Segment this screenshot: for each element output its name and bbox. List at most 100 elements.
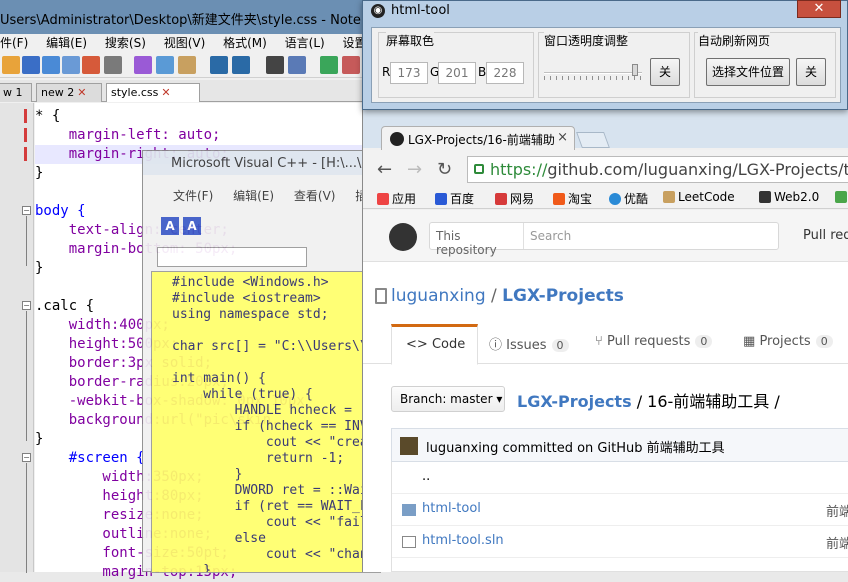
file-icon (402, 536, 416, 548)
vcpp-code-editor[interactable]: #include <Windows.h> #include <iostream>… (151, 271, 381, 573)
opacity-slider-thumb[interactable] (632, 64, 638, 76)
tab-issues[interactable]: ⓘ Issues 0 (489, 334, 569, 353)
replace-icon[interactable] (288, 56, 306, 74)
browser-tab[interactable]: LGX-Projects/16-前端辅助 × (381, 126, 575, 150)
parent-dir-row[interactable]: .. (392, 462, 848, 494)
find-icon[interactable] (266, 56, 284, 74)
code-line: } (35, 431, 44, 447)
address-bar[interactable]: https://github.com/luguanxing/LGX-Projec… (467, 156, 848, 183)
tab-label: w 1 (3, 86, 23, 99)
color-picker-label: 屏幕取色 (386, 32, 435, 49)
zoom-in-icon[interactable] (320, 56, 338, 74)
cpp-line: cout << "create (172, 435, 381, 450)
tab-projects[interactable]: ▦ Projects 0 (743, 334, 833, 349)
github-logo-icon[interactable] (389, 223, 417, 251)
tab-style-css[interactable]: style.css ✕ (106, 83, 200, 102)
close-tab-icon[interactable]: ✕ (77, 86, 86, 99)
reload-icon[interactable]: ↻ (437, 159, 452, 180)
vcpp-combo[interactable] (157, 247, 307, 267)
projects-count: 0 (815, 335, 833, 348)
tab-new2[interactable]: new 2 ✕ (36, 83, 102, 102)
fold-icon[interactable]: − (22, 301, 31, 310)
r-value-field[interactable]: 173 (390, 62, 428, 84)
bookmark-leetcode[interactable]: LeetCode (663, 190, 735, 204)
file-name[interactable]: html-tool (422, 501, 481, 516)
back-icon[interactable]: ← (377, 159, 392, 180)
replace-icon[interactable]: A (183, 217, 201, 235)
paste-icon[interactable] (178, 56, 196, 74)
bookmark-netease[interactable]: 网易 (495, 190, 534, 207)
new-file-icon[interactable] (2, 56, 20, 74)
bookmark-check[interactable] (835, 190, 848, 204)
bookmark-web20[interactable]: Web2.0 (759, 190, 819, 204)
zoom-out-icon[interactable] (342, 56, 360, 74)
file-row[interactable]: html-tool.sln 前端 (392, 526, 848, 558)
menu-search[interactable]: 搜索(S) (105, 34, 146, 51)
cpp-line: cout << "failed" (172, 515, 381, 530)
change-marker (24, 128, 27, 142)
repo-tabs: <> Code ⓘ Issues 0 ⑂ Pull requests 0 ▦ Pro… (363, 324, 848, 365)
cpp-line: while (true) { (172, 387, 313, 402)
commit-author[interactable]: luguanxing (426, 441, 498, 456)
taobao-icon (553, 193, 565, 205)
menu-format[interactable]: 格式(M) (223, 34, 267, 51)
b-label: B (478, 65, 487, 79)
github-search[interactable]: This repository Search (429, 222, 779, 257)
undo-icon[interactable] (210, 56, 228, 74)
breadcrumb-repo-link[interactable]: LGX-Projects (517, 392, 632, 411)
pull-requests-link[interactable]: Pull req (803, 228, 848, 243)
menu-language[interactable]: 语言(L) (285, 34, 325, 51)
g-value-field[interactable]: 201 (438, 62, 476, 84)
redo-icon[interactable] (232, 56, 250, 74)
opacity-slider[interactable] (544, 72, 642, 74)
find-icon[interactable]: A (161, 217, 179, 235)
tab-code[interactable]: <> Code (391, 324, 479, 365)
avatar[interactable] (400, 437, 418, 455)
save-all-icon[interactable] (62, 56, 80, 74)
pull-request-icon: ⑂ (595, 334, 603, 349)
print-icon[interactable] (104, 56, 122, 74)
cut-icon[interactable] (134, 56, 152, 74)
tab-pull-requests[interactable]: ⑂ Pull requests 0 (595, 334, 713, 349)
tab-w1[interactable]: w 1 (0, 83, 32, 102)
vcpp-menu-edit[interactable]: 编辑(E) (233, 189, 274, 203)
file-name[interactable]: html-tool.sln (422, 533, 504, 548)
vcpp-menu-view[interactable]: 查看(V) (294, 189, 336, 203)
open-file-icon[interactable] (22, 56, 40, 74)
menu-view[interactable]: 视图(V) (164, 34, 206, 51)
cpp-line: #include <iostream> (172, 291, 321, 306)
html-tool-body: 屏幕取色 R 173 G 201 B 228 窗口透明度调整 关 自动刷新网页 … (371, 27, 841, 103)
bookmark-taobao[interactable]: 淘宝 (553, 190, 592, 207)
save-icon[interactable] (42, 56, 60, 74)
fold-icon[interactable]: − (22, 206, 31, 215)
refresh-off-button[interactable]: 关 (796, 58, 826, 86)
fold-icon[interactable]: − (22, 453, 31, 462)
lock-icon (474, 164, 484, 174)
close-file-icon[interactable] (82, 56, 100, 74)
issue-icon: ⓘ (489, 338, 503, 353)
repo-icon (375, 288, 387, 304)
netease-icon (495, 193, 507, 205)
bookmark-apps[interactable]: 应用 (377, 190, 416, 207)
menu-edit[interactable]: 编辑(E) (46, 34, 87, 51)
opacity-off-button[interactable]: 关 (650, 58, 680, 86)
chrome-window: LGX-Projects/16-前端辅助 × ← → ↻ https://git… (362, 110, 848, 572)
forward-icon[interactable]: → (407, 159, 422, 180)
new-tab-button[interactable] (576, 132, 610, 148)
repo-owner-link[interactable]: luguanxing (391, 286, 486, 306)
vcpp-menu-file[interactable]: 文件(F) (173, 189, 213, 203)
bookmark-baidu[interactable]: 百度 (435, 190, 474, 207)
bookmark-youku[interactable]: 优酷 (609, 190, 648, 207)
close-tab-icon[interactable]: × (557, 130, 568, 145)
close-tab-icon[interactable]: ✕ (161, 86, 170, 99)
search-placeholder: Search (530, 229, 572, 243)
copy-icon[interactable] (156, 56, 174, 74)
b-value-field[interactable]: 228 (486, 62, 524, 84)
branch-selector[interactable]: Branch: master ▾ (391, 386, 505, 412)
choose-file-button[interactable]: 选择文件位置 (706, 58, 790, 86)
repo-name-link[interactable]: LGX-Projects (502, 286, 624, 306)
file-row[interactable]: html-tool 前端 (392, 494, 848, 526)
menu-file[interactable]: 件(F) (0, 34, 28, 51)
refresh-label: 自动刷新网页 (698, 32, 771, 49)
window-close-button[interactable]: ✕ (797, 0, 841, 18)
